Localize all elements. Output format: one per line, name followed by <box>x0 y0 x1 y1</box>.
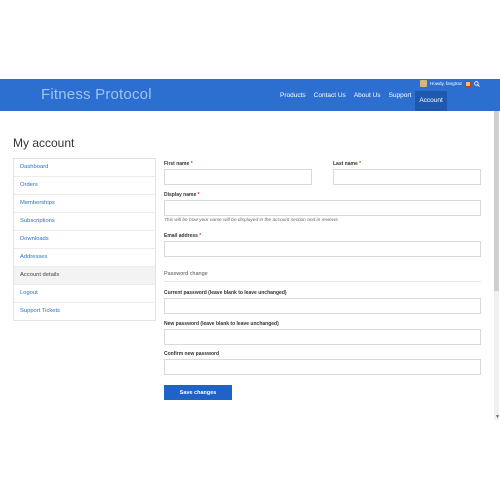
save-changes-button[interactable]: Save changes <box>164 385 232 400</box>
current-password-field[interactable] <box>164 298 481 314</box>
nav-support[interactable]: Support <box>385 92 416 99</box>
page-title: My account <box>13 136 75 150</box>
sidebar-item-support-tickets[interactable]: Support Tickets <box>14 303 155 320</box>
display-name-field[interactable] <box>164 200 481 216</box>
sidebar-item-subscriptions[interactable]: Subscriptions <box>14 213 155 231</box>
email-field[interactable] <box>164 241 481 257</box>
last-name-label-text: Last name <box>333 161 358 167</box>
new-password-label: New password (leave blank to leave uncha… <box>164 321 279 327</box>
email-label-text: Email address <box>164 233 198 239</box>
nav-account[interactable]: Account <box>415 91 447 111</box>
first-name-label-text: First name <box>164 161 190 167</box>
scrollbar-thumb[interactable] <box>494 111 499 291</box>
email-label: Email address * <box>164 233 201 239</box>
display-name-label-text: Display name <box>164 192 197 198</box>
sidebar-item-logout[interactable]: Logout <box>14 285 155 303</box>
new-password-field[interactable] <box>164 329 481 345</box>
site-header: Fitness Protocol Howdy, fangtraz Product… <box>0 79 500 111</box>
password-change-heading: Password change <box>164 271 208 277</box>
required-mark: * <box>199 233 202 239</box>
sidebar-item-downloads[interactable]: Downloads <box>14 231 155 249</box>
required-mark: * <box>359 161 362 167</box>
sidebar-item-addresses[interactable]: Addresses <box>14 249 155 267</box>
display-name-hint: This will be how your name will be displ… <box>164 218 338 223</box>
sidebar-item-account-details[interactable]: Account details <box>14 267 155 285</box>
sidebar-item-orders[interactable]: Orders <box>14 177 155 195</box>
section-divider <box>164 281 481 282</box>
account-sidebar: Dashboard Orders Memberships Subscriptio… <box>13 158 156 321</box>
first-name-label: First name * <box>164 161 193 167</box>
confirm-password-field[interactable] <box>164 359 481 375</box>
last-name-field[interactable] <box>333 169 481 185</box>
sidebar-item-memberships[interactable]: Memberships <box>14 195 155 213</box>
language-flag-icon[interactable] <box>465 80 472 87</box>
main-nav: Products Contact Us About Us Support Acc… <box>276 79 447 111</box>
scroll-down-icon[interactable]: ▼ <box>495 414 500 420</box>
first-name-field[interactable] <box>164 169 312 185</box>
nav-contact-us[interactable]: Contact Us <box>310 92 350 99</box>
search-icon[interactable] <box>474 80 481 87</box>
required-mark: * <box>197 192 200 198</box>
sidebar-item-dashboard[interactable]: Dashboard <box>14 159 155 177</box>
nav-products[interactable]: Products <box>276 92 310 99</box>
confirm-password-label: Confirm new password <box>164 351 220 357</box>
display-name-label: Display name * <box>164 192 200 198</box>
nav-about-us[interactable]: About Us <box>350 92 385 99</box>
current-password-label: Current password (leave blank to leave u… <box>164 290 287 296</box>
required-mark: * <box>190 161 193 167</box>
brand-logo[interactable]: Fitness Protocol <box>41 86 152 103</box>
last-name-label: Last name * <box>333 161 361 167</box>
